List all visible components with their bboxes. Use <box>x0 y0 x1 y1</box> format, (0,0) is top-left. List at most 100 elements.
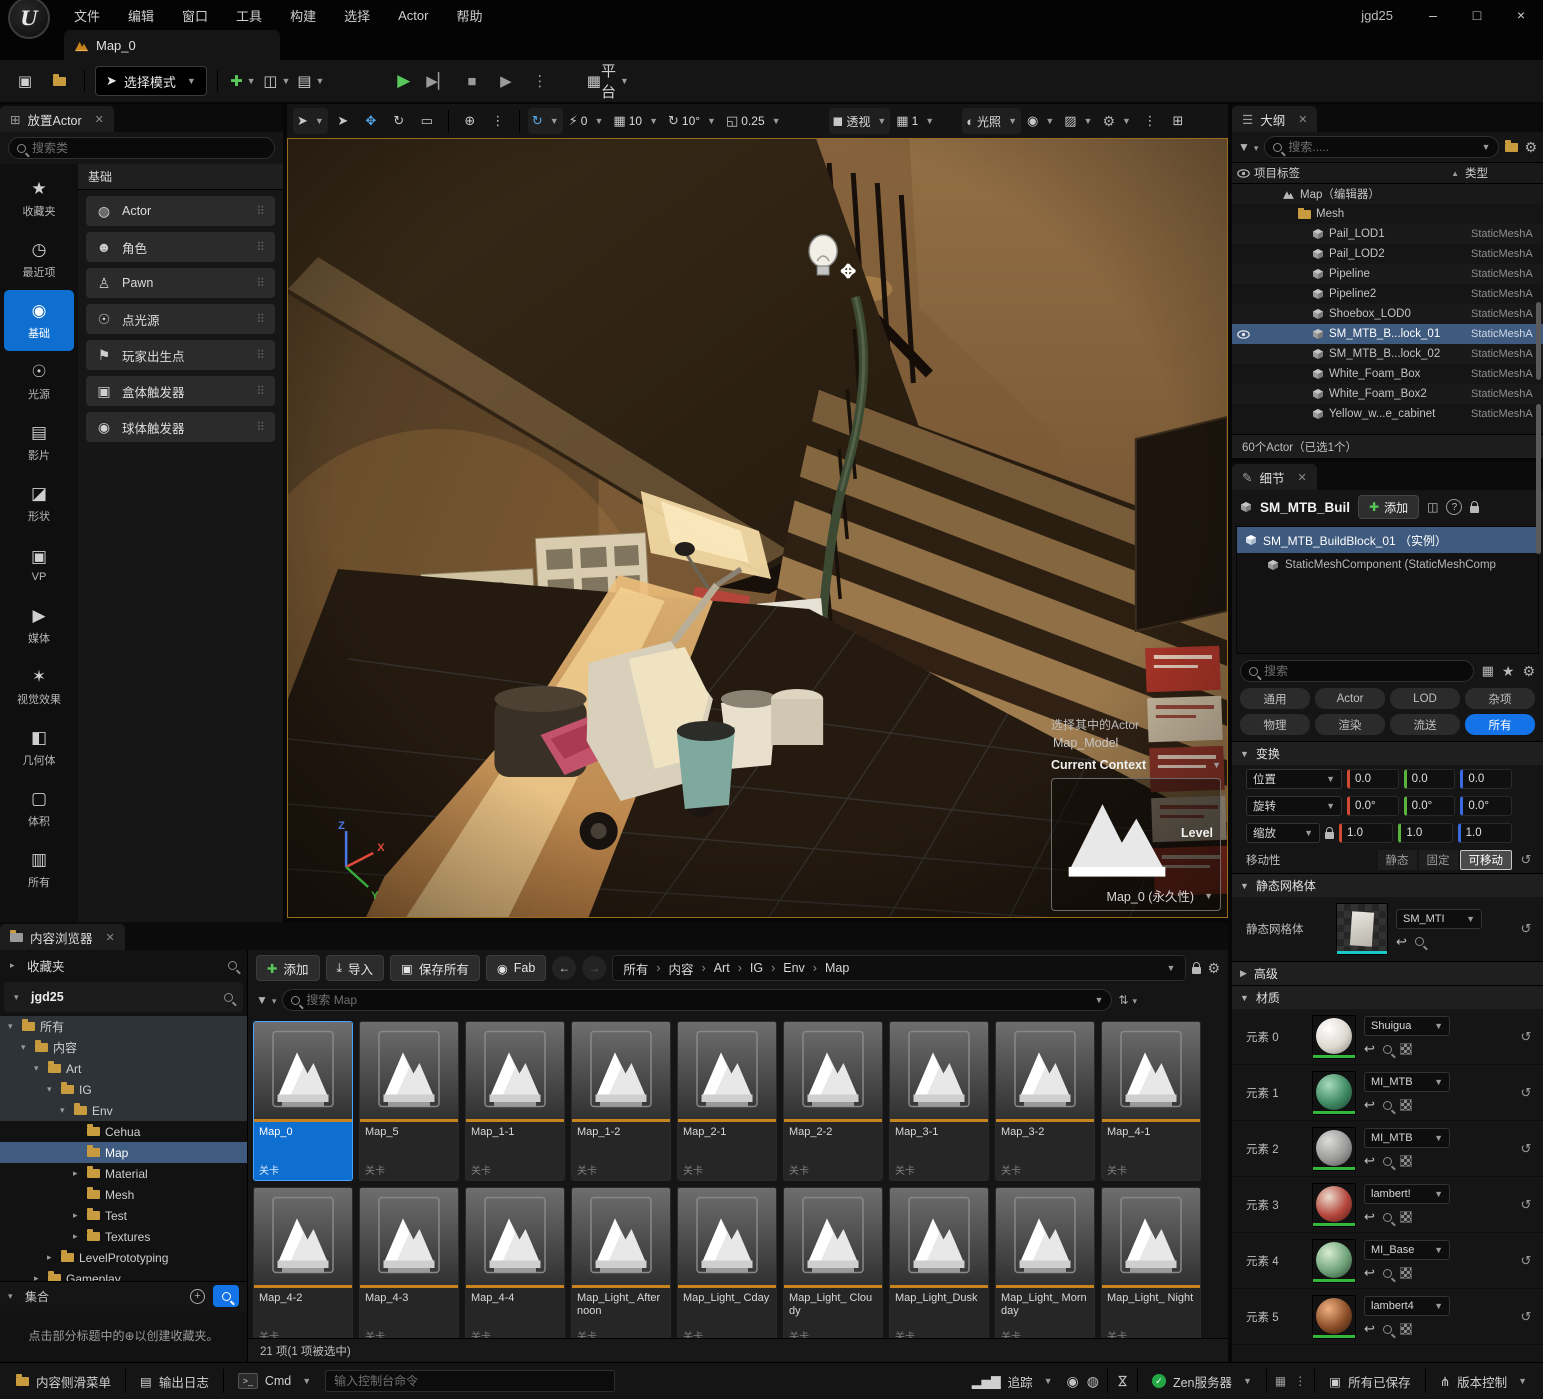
category-item[interactable]: ★ 收藏夹 <box>4 168 74 229</box>
folder-tree-item[interactable]: ▾ 内容 <box>0 1037 247 1058</box>
details-filter-button[interactable]: LOD <box>1390 688 1460 709</box>
caret-icon[interactable]: ▾ <box>21 1042 30 1053</box>
location-dropdown[interactable]: 位置▼ <box>1246 769 1342 789</box>
drag-grip-icon[interactable]: ⠿ <box>256 204 265 218</box>
current-context-header[interactable]: Current Context▼ <box>1051 758 1221 772</box>
outliner-mesh-row[interactable]: Pail_LOD1 StaticMeshA <box>1232 224 1543 244</box>
asset-tile[interactable]: Map_Light_Dusk 关卡 <box>889 1187 989 1338</box>
save-all-button[interactable]: ▣保存所有 <box>390 955 480 981</box>
show-flags-icon[interactable]: ▨▼ <box>1060 108 1096 134</box>
menu-item[interactable]: Actor <box>384 0 442 30</box>
display-options-icon[interactable]: ▦ <box>1482 663 1494 679</box>
asset-tile[interactable]: Map_Light_ Night 关卡 <box>1101 1187 1201 1338</box>
placeable-actor-item[interactable]: ◍ Actor ⠿ <box>86 196 275 226</box>
close-button[interactable]: × <box>1499 0 1543 30</box>
perspective-dropdown[interactable]: ◼透视▼ <box>829 108 891 134</box>
placeable-actor-item[interactable]: ☉ 点光源 ⠿ <box>86 304 275 334</box>
folder-tree-item[interactable]: ▾ Env <box>0 1100 247 1121</box>
snap-options-icon[interactable]: ⋮ <box>485 108 511 134</box>
world-space-icon[interactable]: ⊕ <box>457 108 483 134</box>
static-mesh-thumbnail[interactable] <box>1336 903 1388 955</box>
category-item[interactable]: ◷ 最近项 <box>4 229 74 290</box>
more-icon[interactable]: ⋮ <box>1294 1374 1306 1388</box>
menu-item[interactable]: 文件 <box>60 0 114 30</box>
category-item[interactable]: ▥ 所有 <box>4 839 74 900</box>
view-modes-icon[interactable]: ◉▼ <box>1023 108 1058 134</box>
maximize-button[interactable]: □ <box>1455 0 1499 30</box>
folder-tree-item[interactable]: ▸ Textures <box>0 1226 247 1247</box>
drag-grip-icon[interactable]: ⠿ <box>256 276 265 290</box>
asset-tile[interactable]: Map_Light_ Cloudy 关卡 <box>783 1187 883 1338</box>
launch-button[interactable]: ▶ <box>491 66 521 96</box>
select-mode-dropdown[interactable]: ➤ 选择模式▼ <box>95 66 207 96</box>
scale-y[interactable]: 1.0 <box>1398 823 1452 843</box>
grid-snap[interactable]: ▦10▼ <box>609 108 662 134</box>
more-options-icon[interactable]: ⋮ <box>1137 108 1163 134</box>
outliner-settings-icon[interactable]: ⚙ <box>1524 139 1537 156</box>
highlight-material-icon[interactable] <box>1400 1323 1412 1335</box>
help-icon[interactable]: ? <box>1446 499 1462 515</box>
material-thumbnail[interactable] <box>1312 1239 1356 1283</box>
scale-snap[interactable]: ◱0.25▼ <box>722 108 785 134</box>
highlight-material-icon[interactable] <box>1400 1155 1412 1167</box>
back-icon[interactable]: ← <box>552 956 576 980</box>
minimize-button[interactable]: – <box>1411 0 1455 30</box>
rotation-x[interactable]: 0.0° <box>1347 796 1399 816</box>
add-actor-icon[interactable]: ✚▼ <box>228 66 258 96</box>
filter-icon[interactable]: ▼▾ <box>256 993 276 1007</box>
reset-icon[interactable]: ↺ <box>1517 1141 1535 1157</box>
material-dropdown[interactable]: Shuigua▼ <box>1364 1016 1450 1036</box>
add-button[interactable]: ✚添加 <box>256 955 320 981</box>
folder-tree-item[interactable]: ▾ IG <box>0 1079 247 1100</box>
material-dropdown[interactable]: lambert4▼ <box>1364 1296 1450 1316</box>
breadcrumb-item[interactable]: IG <box>750 961 783 975</box>
material-thumbnail[interactable] <box>1312 1071 1356 1115</box>
save-icon[interactable]: ▣ <box>10 66 40 96</box>
placeable-actor-item[interactable]: ☻ 角色 ⠿ <box>86 232 275 262</box>
caret-icon[interactable]: ▾ <box>34 1063 43 1074</box>
drag-grip-icon[interactable]: ⠿ <box>256 384 265 398</box>
outliner-mesh-row[interactable]: SM_MTB_B...lock_02 StaticMeshA <box>1232 344 1543 364</box>
new-folder-icon[interactable] <box>1505 143 1518 152</box>
revision-control-dropdown[interactable]: ⋔版本控制▼ <box>1434 1372 1533 1391</box>
details-filter-button[interactable]: 杂项 <box>1465 688 1535 709</box>
viewport-options-icon[interactable]: ➤▼ <box>293 108 328 134</box>
rotation-y[interactable]: 0.0° <box>1404 796 1456 816</box>
caret-icon[interactable]: ▾ <box>47 1084 56 1095</box>
level-selector[interactable]: Map_0 (永久性)▼ <box>1059 886 1213 905</box>
add-collection-icon[interactable]: + <box>190 1289 205 1304</box>
menu-item[interactable]: 选择 <box>330 0 384 30</box>
breadcrumb-item[interactable]: Art <box>714 961 750 975</box>
drag-grip-icon[interactable]: ⠿ <box>256 312 265 326</box>
close-icon[interactable]: ✕ <box>1298 471 1307 484</box>
materials-section-header[interactable]: ▼材质 <box>1232 985 1543 1009</box>
close-icon[interactable]: ✕ <box>106 931 115 944</box>
material-thumbnail[interactable] <box>1312 1015 1356 1059</box>
placeable-actor-item[interactable]: ⚑ 玩家出生点 ⠿ <box>86 340 275 370</box>
asset-tile[interactable]: Map_Light_ Cday 关卡 <box>677 1187 777 1338</box>
outliner-root-row[interactable]: Map（编辑器） <box>1232 184 1543 204</box>
place-actor-tab[interactable]: ⊞ 放置Actor ✕ <box>0 106 114 132</box>
search-input[interactable] <box>306 993 1084 1007</box>
asset-tile[interactable]: Map_1-2 关卡 <box>571 1021 671 1181</box>
search-input[interactable] <box>1264 664 1465 678</box>
hourglass-icon[interactable]: ⋈ <box>1114 1375 1130 1388</box>
favorites-section[interactable]: ▸收藏夹 <box>0 950 247 980</box>
fab-button[interactable]: ◉Fab <box>486 955 546 981</box>
mobility-option[interactable]: 可移动 <box>1460 850 1513 870</box>
use-selected-icon[interactable]: ↩ <box>1364 1265 1375 1281</box>
details-filter-button[interactable]: 流送 <box>1390 714 1460 735</box>
reset-icon[interactable]: ↺ <box>1517 1253 1535 1269</box>
breadcrumb-item[interactable]: Map <box>825 961 849 975</box>
component-row[interactable]: StaticMeshComponent (StaticMeshComp <box>1237 553 1538 577</box>
add-component-button[interactable]: ✚添加 <box>1358 495 1419 519</box>
viewport-scene[interactable]: Z X Y 选择其中的Actor Map_Model Current Conte… <box>287 138 1228 918</box>
cinematics-icon[interactable]: ▤▼ <box>296 66 326 96</box>
snapshot-icon[interactable]: ◍ <box>1087 1373 1099 1390</box>
highlight-material-icon[interactable] <box>1400 1267 1412 1279</box>
material-dropdown[interactable]: MI_MTB▼ <box>1364 1128 1450 1148</box>
browse-to-icon[interactable] <box>1383 1157 1392 1166</box>
menu-item[interactable]: 编辑 <box>114 0 168 30</box>
folder-tree-item[interactable]: ▸ Test <box>0 1205 247 1226</box>
content-drawer-button[interactable]: 内容侧滑菜单 <box>10 1372 117 1391</box>
